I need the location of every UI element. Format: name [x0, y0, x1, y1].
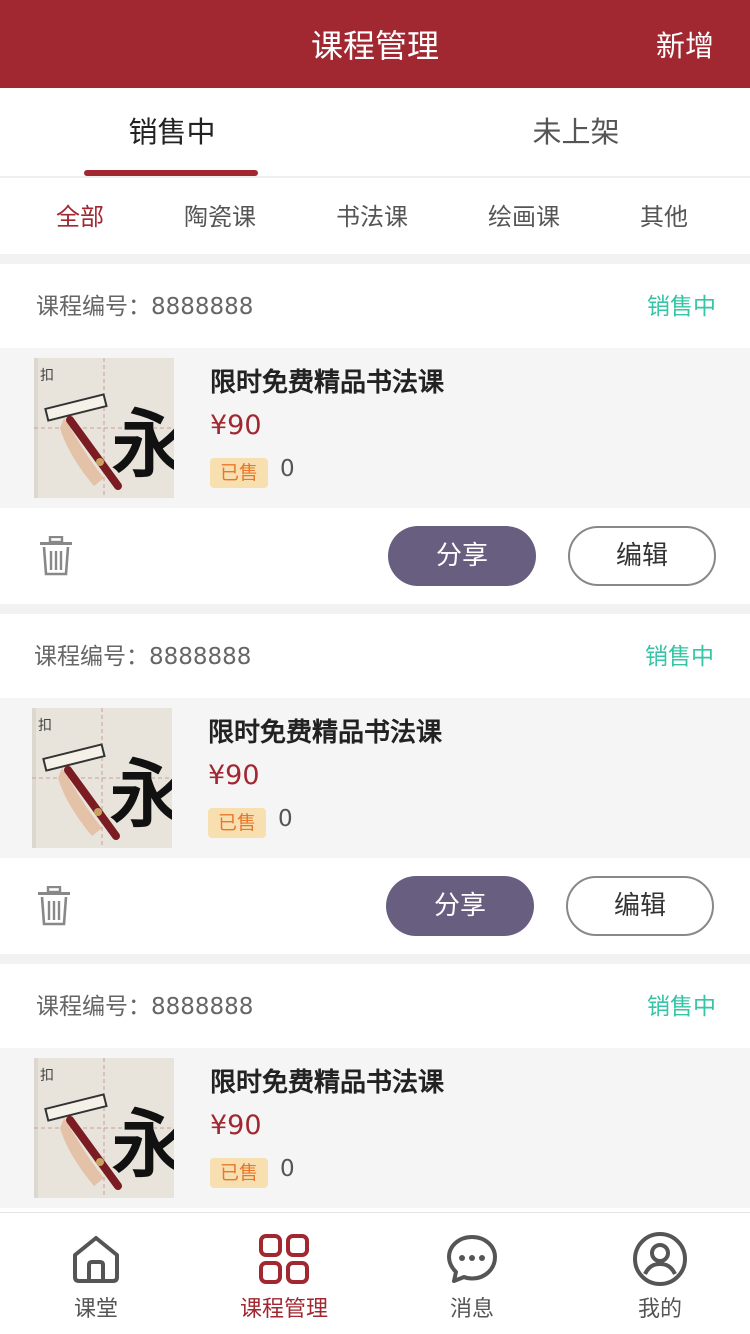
sold-badge: 已售: [208, 808, 267, 838]
course-title: 限时免费精品书法课: [208, 718, 443, 748]
svg-text:永: 永: [110, 752, 172, 838]
tabbar-label: 课程管理: [239, 1297, 328, 1322]
course-price: ¥90: [208, 760, 260, 791]
status-label: 销售中: [645, 644, 714, 670]
course-price: ¥90: [210, 410, 262, 441]
course-thumbnail[interactable]: 扣 永: [34, 358, 174, 498]
course-code: 课程编号：8888888: [36, 294, 254, 320]
status-label: 销售中: [647, 994, 716, 1020]
course-thumbnail[interactable]: 扣 永: [34, 1058, 174, 1198]
svg-text:永: 永: [112, 402, 174, 488]
category-painting[interactable]: 绘画课: [464, 178, 584, 256]
edit-button[interactable]: 编辑: [566, 876, 714, 936]
status-label: 销售中: [647, 294, 716, 320]
sold-count: 0: [280, 456, 295, 482]
user-icon: [633, 1232, 687, 1286]
sold-count: 0: [280, 1156, 295, 1182]
course-card[interactable]: 课程编号：8888888 销售中 扣 永 限时免费精品书法课 ¥90 已售 0: [0, 614, 750, 954]
tabbar-label: 消息: [449, 1297, 494, 1322]
grid-icon: [259, 1234, 309, 1284]
tabbar-item-profile[interactable]: 我的: [570, 1213, 750, 1334]
tabbar-item-messages[interactable]: 消息: [382, 1213, 562, 1334]
status-tabs: 销售中 未上架: [0, 88, 750, 176]
trash-icon[interactable]: [36, 886, 72, 926]
share-button[interactable]: 分享: [388, 526, 536, 586]
sold-count: 0: [278, 806, 293, 832]
tab-on-sale[interactable]: 销售中: [82, 88, 262, 176]
tab-not-listed[interactable]: 未上架: [486, 88, 666, 176]
add-course-button[interactable]: 新增: [656, 0, 714, 88]
chat-icon: [447, 1235, 497, 1283]
svg-text:扣: 扣: [38, 718, 52, 734]
tabbar-item-course-management[interactable]: 课程管理: [194, 1213, 374, 1334]
share-button[interactable]: 分享: [386, 876, 534, 936]
course-title: 限时免费精品书法课: [210, 1068, 445, 1098]
svg-text:扣: 扣: [40, 1068, 54, 1084]
svg-text:永: 永: [112, 1102, 174, 1188]
edit-button[interactable]: 编辑: [568, 526, 716, 586]
category-all[interactable]: 全部: [20, 178, 140, 256]
bottom-tab-bar: 课堂 课程管理 消息 我的: [0, 1212, 750, 1334]
course-thumbnail[interactable]: 扣 永: [32, 708, 172, 848]
home-icon: [73, 1236, 119, 1283]
category-filter: 全部 陶瓷课 书法课 绘画课 其他: [0, 176, 750, 254]
top-nav-bar: 课程管理 新增: [0, 0, 750, 88]
sold-badge: 已售: [210, 458, 269, 488]
course-title: 限时免费精品书法课: [210, 368, 445, 398]
category-other[interactable]: 其他: [604, 178, 724, 256]
sold-badge: 已售: [210, 1158, 269, 1188]
course-code: 课程编号：8888888: [34, 644, 252, 670]
course-price: ¥90: [210, 1110, 262, 1141]
category-calligraphy[interactable]: 书法课: [312, 178, 432, 256]
course-card[interactable]: 课程编号：8888888 销售中 扣 永 限时免费精品书法课 ¥90 已售 0: [0, 964, 750, 1212]
course-code: 课程编号：8888888: [36, 994, 254, 1020]
trash-icon[interactable]: [38, 536, 74, 576]
category-ceramics[interactable]: 陶瓷课: [160, 178, 280, 256]
tabbar-item-classroom[interactable]: 课堂: [6, 1213, 186, 1334]
tabbar-label: 课堂: [73, 1297, 118, 1322]
course-card[interactable]: 课程编号：8888888 销售中 扣 永 限时免费精品书法课 ¥90 已售 0: [0, 264, 750, 604]
page-title: 课程管理: [310, 27, 439, 65]
tabbar-label: 我的: [637, 1297, 682, 1322]
svg-text:扣: 扣: [40, 368, 54, 384]
